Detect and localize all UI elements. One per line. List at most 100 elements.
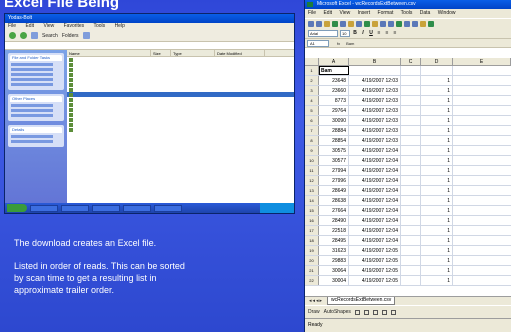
cell-bam[interactable]: 22518 <box>319 226 349 235</box>
cell[interactable] <box>401 256 421 265</box>
cell-bam[interactable]: 31623 <box>319 246 349 255</box>
cell-bam[interactable]: 23660 <box>319 86 349 95</box>
row-header[interactable]: 21 <box>305 266 319 275</box>
cell[interactable] <box>453 226 511 235</box>
column-date[interactable]: Date Modified <box>215 50 265 56</box>
row-header[interactable]: 17 <box>305 226 319 235</box>
cell[interactable] <box>453 156 511 165</box>
cell-count[interactable]: 1 <box>421 106 453 115</box>
cell[interactable] <box>453 166 511 175</box>
cell[interactable] <box>401 176 421 185</box>
cell-count[interactable]: 1 <box>421 156 453 165</box>
cell-bam[interactable]: 28490 <box>319 216 349 225</box>
print-icon[interactable] <box>332 20 338 27</box>
cell[interactable] <box>453 196 511 205</box>
chart-icon[interactable] <box>412 20 418 27</box>
save-icon[interactable] <box>324 20 330 27</box>
cell-scan-time[interactable]: 4/19/2007 12:04 <box>349 176 401 185</box>
cell-bam[interactable]: 28638 <box>319 196 349 205</box>
font-name-select[interactable]: Arial <box>308 29 338 37</box>
row-header[interactable]: 18 <box>305 236 319 245</box>
cell[interactable] <box>453 216 511 225</box>
cell-scan-time[interactable]: 4/19/2007 12:03 <box>349 76 401 85</box>
cell[interactable] <box>401 146 421 155</box>
cell-bam[interactable]: 30090 <box>319 116 349 125</box>
taskbar-button[interactable] <box>30 204 58 212</box>
autoshapes-menu[interactable]: AutoShapes <box>324 309 351 315</box>
cell-scan-time[interactable]: 4/19/2007 12:05 <box>349 266 401 275</box>
task-panel-heading[interactable]: Other Places <box>10 96 62 102</box>
cell-count[interactable]: 1 <box>421 216 453 225</box>
cell-scan-time[interactable]: 4/19/2007 12:04 <box>349 146 401 155</box>
cell-count[interactable]: 1 <box>421 266 453 275</box>
column-type[interactable]: Type <box>171 50 215 56</box>
cell-count[interactable]: 1 <box>421 186 453 195</box>
cell[interactable] <box>401 236 421 245</box>
font-size-select[interactable]: 10 <box>340 29 350 37</box>
cell-scan-time[interactable]: 4/19/2007 12:04 <box>349 166 401 175</box>
underline-icon[interactable]: U <box>368 30 374 36</box>
draw-menu[interactable]: Draw <box>308 309 320 315</box>
cell-count[interactable]: 1 <box>421 276 453 285</box>
row-header[interactable]: 9 <box>305 146 319 155</box>
cell-bam[interactable]: 23648 <box>319 76 349 85</box>
fx-icon[interactable]: fx <box>337 41 340 46</box>
cell-count[interactable]: 1 <box>421 246 453 255</box>
cell-scan-time[interactable]: 4/19/2007 12:03 <box>349 136 401 145</box>
textbox-icon[interactable] <box>390 309 396 315</box>
copy-icon[interactable] <box>364 20 370 27</box>
menu-view[interactable]: View <box>43 23 54 29</box>
cell-count[interactable]: 1 <box>421 126 453 135</box>
cell-count[interactable]: 1 <box>421 166 453 175</box>
help-icon[interactable] <box>428 20 434 27</box>
cell[interactable] <box>453 106 511 115</box>
cell-scan-time[interactable]: 4/19/2007 12:03 <box>349 86 401 95</box>
row-header[interactable]: 11 <box>305 166 319 175</box>
row-header[interactable]: 4 <box>305 96 319 105</box>
menu-view[interactable]: View <box>339 10 350 16</box>
cell-scan-time[interactable]: 4/19/2007 12:05 <box>349 246 401 255</box>
menu-format[interactable]: Format <box>378 10 394 16</box>
row-header[interactable]: 5 <box>305 106 319 115</box>
cell[interactable] <box>401 76 421 85</box>
taskbar-button[interactable] <box>61 204 89 212</box>
taskbar-button[interactable] <box>92 204 120 212</box>
column-size[interactable]: Size <box>151 50 171 56</box>
folders-button[interactable]: Folders <box>62 33 79 39</box>
cell-count[interactable]: 1 <box>421 236 453 245</box>
align-left-icon[interactable]: ≡ <box>376 30 382 36</box>
cell-count[interactable]: 1 <box>421 146 453 155</box>
cell[interactable] <box>453 86 511 95</box>
cell-count[interactable]: 1 <box>421 256 453 265</box>
rectangle-icon[interactable] <box>372 309 378 315</box>
row-header[interactable]: 8 <box>305 136 319 145</box>
cut-icon[interactable] <box>356 20 362 27</box>
cell-bam[interactable]: 28649 <box>319 186 349 195</box>
select-all-corner[interactable] <box>305 58 319 65</box>
formula-input[interactable]: Bam <box>346 41 354 46</box>
cell-bam[interactable]: 28854 <box>319 136 349 145</box>
cell[interactable] <box>401 156 421 165</box>
redo-icon[interactable] <box>388 20 394 27</box>
sheet-tab[interactable]: wcRecordsExtBetween.csv <box>327 297 396 305</box>
cell[interactable] <box>401 106 421 115</box>
menu-window[interactable]: Window <box>438 10 456 16</box>
cell-scan-time[interactable]: 4/19/2007 12:04 <box>349 156 401 165</box>
menu-tools[interactable]: Tools <box>401 10 413 16</box>
cell-scan-time[interactable]: 4/19/2007 12:03 <box>349 126 401 135</box>
task-panel-heading[interactable]: Details <box>10 127 62 133</box>
menu-data[interactable]: Data <box>420 10 431 16</box>
row-header[interactable]: 22 <box>305 276 319 285</box>
start-button[interactable] <box>7 204 27 212</box>
cell-bam[interactable]: 30577 <box>319 156 349 165</box>
cell[interactable] <box>453 206 511 215</box>
row-header[interactable]: 14 <box>305 196 319 205</box>
cell-bam[interactable]: 29883 <box>319 256 349 265</box>
cell-scan-time[interactable]: 4/19/2007 12:05 <box>349 256 401 265</box>
column-header-c[interactable]: C <box>401 58 421 65</box>
cell[interactable] <box>401 86 421 95</box>
up-folder-icon[interactable] <box>31 32 38 39</box>
cell[interactable] <box>401 96 421 105</box>
cell[interactable] <box>401 126 421 135</box>
cell[interactable] <box>401 166 421 175</box>
